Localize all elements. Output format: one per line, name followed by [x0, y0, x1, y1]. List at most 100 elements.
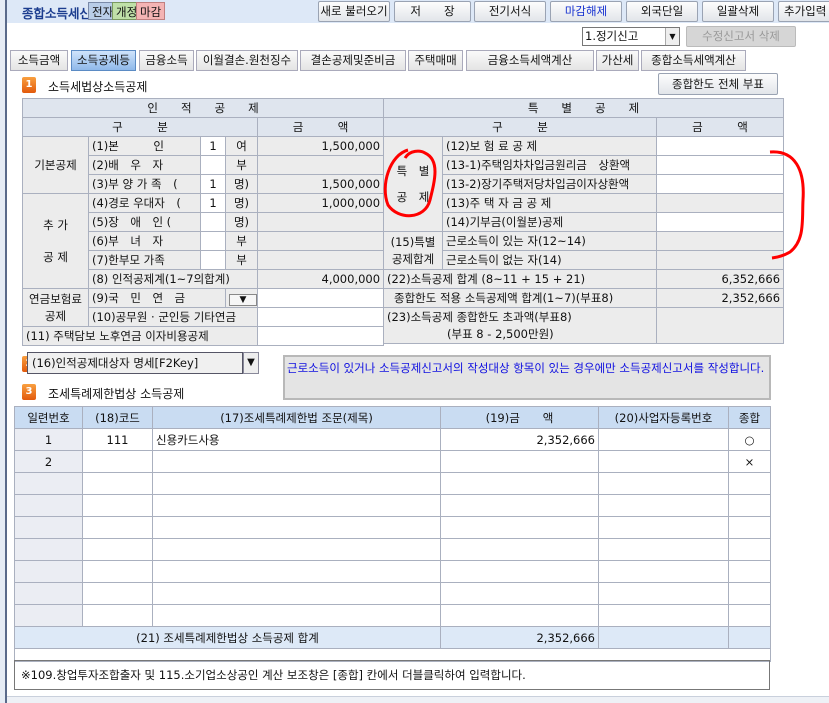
filing-type-select[interactable]: 1.정기신고 ▼ — [582, 27, 680, 46]
table-row[interactable] — [14, 538, 771, 561]
foreign-single-button[interactable]: 외국단일 — [626, 1, 698, 22]
article-cell[interactable] — [152, 472, 441, 495]
tab-carryover-withholding[interactable]: 이월결손.원천징수 — [196, 50, 298, 71]
biz-number-cell[interactable] — [598, 582, 729, 605]
chevron-down-icon[interactable]: ▼ — [243, 352, 259, 374]
self-input[interactable]: 1 — [200, 136, 226, 156]
aggregate-cell[interactable] — [728, 538, 771, 561]
amount-cell[interactable] — [440, 516, 599, 539]
article-cell[interactable] — [152, 582, 441, 605]
aggregate-cell[interactable] — [728, 494, 771, 517]
previous-form-button[interactable]: 전기서식 — [474, 1, 546, 22]
serial-cell — [14, 472, 83, 495]
save-button[interactable]: 저 장 — [394, 1, 471, 22]
spouse-input[interactable] — [200, 155, 226, 175]
amount-cell[interactable] — [440, 538, 599, 561]
delete-amended-button[interactable]: 수정신고서 삭제 — [686, 26, 796, 47]
tab-income-amount[interactable]: 소득금액 — [10, 50, 68, 71]
single-parent-input[interactable] — [200, 250, 226, 270]
total-empty — [728, 626, 771, 649]
col-item: 구 분 — [383, 117, 657, 137]
limit-total-label: 종합한도 적용 소득공제액 합계(1~7)(부표8) — [383, 288, 657, 308]
elderly-input[interactable]: 1 — [200, 193, 226, 213]
amount-cell[interactable] — [440, 494, 599, 517]
badge-closed[interactable]: 마감 — [136, 2, 166, 20]
national-pension-label: (9)국 민 연 금 — [88, 288, 226, 308]
aggregate-cell[interactable] — [728, 582, 771, 605]
biz-number-cell[interactable] — [598, 560, 729, 583]
code-cell[interactable] — [82, 538, 153, 561]
aggregate-cell[interactable] — [728, 560, 771, 583]
national-pension-dropdown[interactable]: ▼ — [225, 288, 258, 308]
woman-input[interactable] — [200, 231, 226, 251]
table-row[interactable]: 2 × — [14, 450, 771, 473]
table-row[interactable] — [14, 494, 771, 517]
amount-cell[interactable] — [440, 604, 599, 627]
national-pension-amount[interactable] — [256, 288, 385, 308]
code-cell[interactable] — [82, 560, 153, 583]
dependents-detail-dropdown[interactable]: (16)인적공제대상자 명세[F2Key] — [27, 352, 243, 374]
chevron-down-icon[interactable]: ▼ — [229, 293, 257, 306]
biz-number-cell[interactable] — [598, 472, 729, 495]
amount-cell[interactable] — [440, 582, 599, 605]
chevron-down-icon[interactable]: ▼ — [665, 28, 679, 45]
code-cell[interactable] — [82, 494, 153, 517]
biz-number-cell[interactable] — [598, 494, 729, 517]
code-cell[interactable] — [82, 472, 153, 495]
code-cell[interactable]: 111 — [82, 428, 153, 451]
aggregate-cell[interactable] — [728, 472, 771, 495]
table-row[interactable]: 1 111 신용카드사용 2,352,666 ○ — [14, 428, 771, 451]
tab-global-tax-calc[interactable]: 종합소득세액계산 — [641, 50, 746, 71]
unclose-button[interactable]: 마감해제 — [550, 1, 622, 22]
biz-number-cell[interactable] — [598, 604, 729, 627]
annotation-bracket — [769, 150, 805, 260]
special-tax-total-label: (21) 조세특례제한법상 소득공제 합계 — [14, 626, 441, 649]
code-cell[interactable] — [82, 582, 153, 605]
article-cell[interactable] — [152, 560, 441, 583]
amount-cell[interactable] — [440, 450, 599, 473]
total-empty — [598, 626, 729, 649]
tab-income-deduction[interactable]: 소득공제등 — [71, 50, 136, 71]
reload-button[interactable]: 새로 불러오기 — [318, 1, 390, 22]
code-cell[interactable] — [82, 604, 153, 627]
table-row[interactable] — [14, 516, 771, 539]
code-cell[interactable] — [82, 516, 153, 539]
table-row[interactable] — [14, 560, 771, 583]
basic-deduction-label: 기본공제 — [22, 136, 89, 194]
tab-financial-tax-calc[interactable]: 금융소득세액계산 — [466, 50, 594, 71]
tab-loss-reserve[interactable]: 결손공제및준비금 — [300, 50, 406, 71]
bulk-delete-button[interactable]: 일괄삭제 — [702, 1, 774, 22]
housing-pension-amount[interactable] — [256, 326, 385, 346]
tab-house-sale[interactable]: 주택매매 — [408, 50, 463, 71]
aggregate-cell[interactable] — [728, 604, 771, 627]
table-row[interactable] — [14, 472, 771, 495]
amount-cell[interactable] — [440, 472, 599, 495]
article-cell[interactable] — [152, 494, 441, 517]
tab-penalty-tax[interactable]: 가산세 — [596, 50, 639, 71]
annotation-circle — [383, 148, 437, 218]
code-cell[interactable] — [82, 450, 153, 473]
civil-pension-amount[interactable] — [256, 307, 385, 327]
table-row[interactable] — [14, 604, 771, 627]
tab-financial-income[interactable]: 금융소득 — [139, 50, 194, 71]
article-cell[interactable] — [152, 450, 441, 473]
amount-cell[interactable] — [440, 560, 599, 583]
dependents-input[interactable]: 1 — [200, 174, 226, 194]
article-cell[interactable] — [152, 538, 441, 561]
aggregate-cell[interactable]: ○ — [728, 428, 771, 451]
biz-number-cell[interactable] — [598, 538, 729, 561]
amount-cell[interactable]: 2,352,666 — [440, 428, 599, 451]
article-cell[interactable] — [152, 604, 441, 627]
aggregate-cell[interactable] — [728, 516, 771, 539]
biz-number-cell[interactable] — [598, 450, 729, 473]
biz-number-cell[interactable] — [598, 428, 729, 451]
article-cell[interactable] — [152, 516, 441, 539]
article-cell[interactable]: 신용카드사용 — [152, 428, 441, 451]
disabled-amount — [256, 212, 385, 232]
add-input-button[interactable]: 추가입력 — [778, 1, 829, 22]
aggregate-cell[interactable]: × — [728, 450, 771, 473]
disabled-input[interactable] — [200, 212, 226, 232]
limit-all-schedule-button[interactable]: 종합한도 전체 부표 — [658, 73, 778, 95]
biz-number-cell[interactable] — [598, 516, 729, 539]
table-row[interactable] — [14, 582, 771, 605]
